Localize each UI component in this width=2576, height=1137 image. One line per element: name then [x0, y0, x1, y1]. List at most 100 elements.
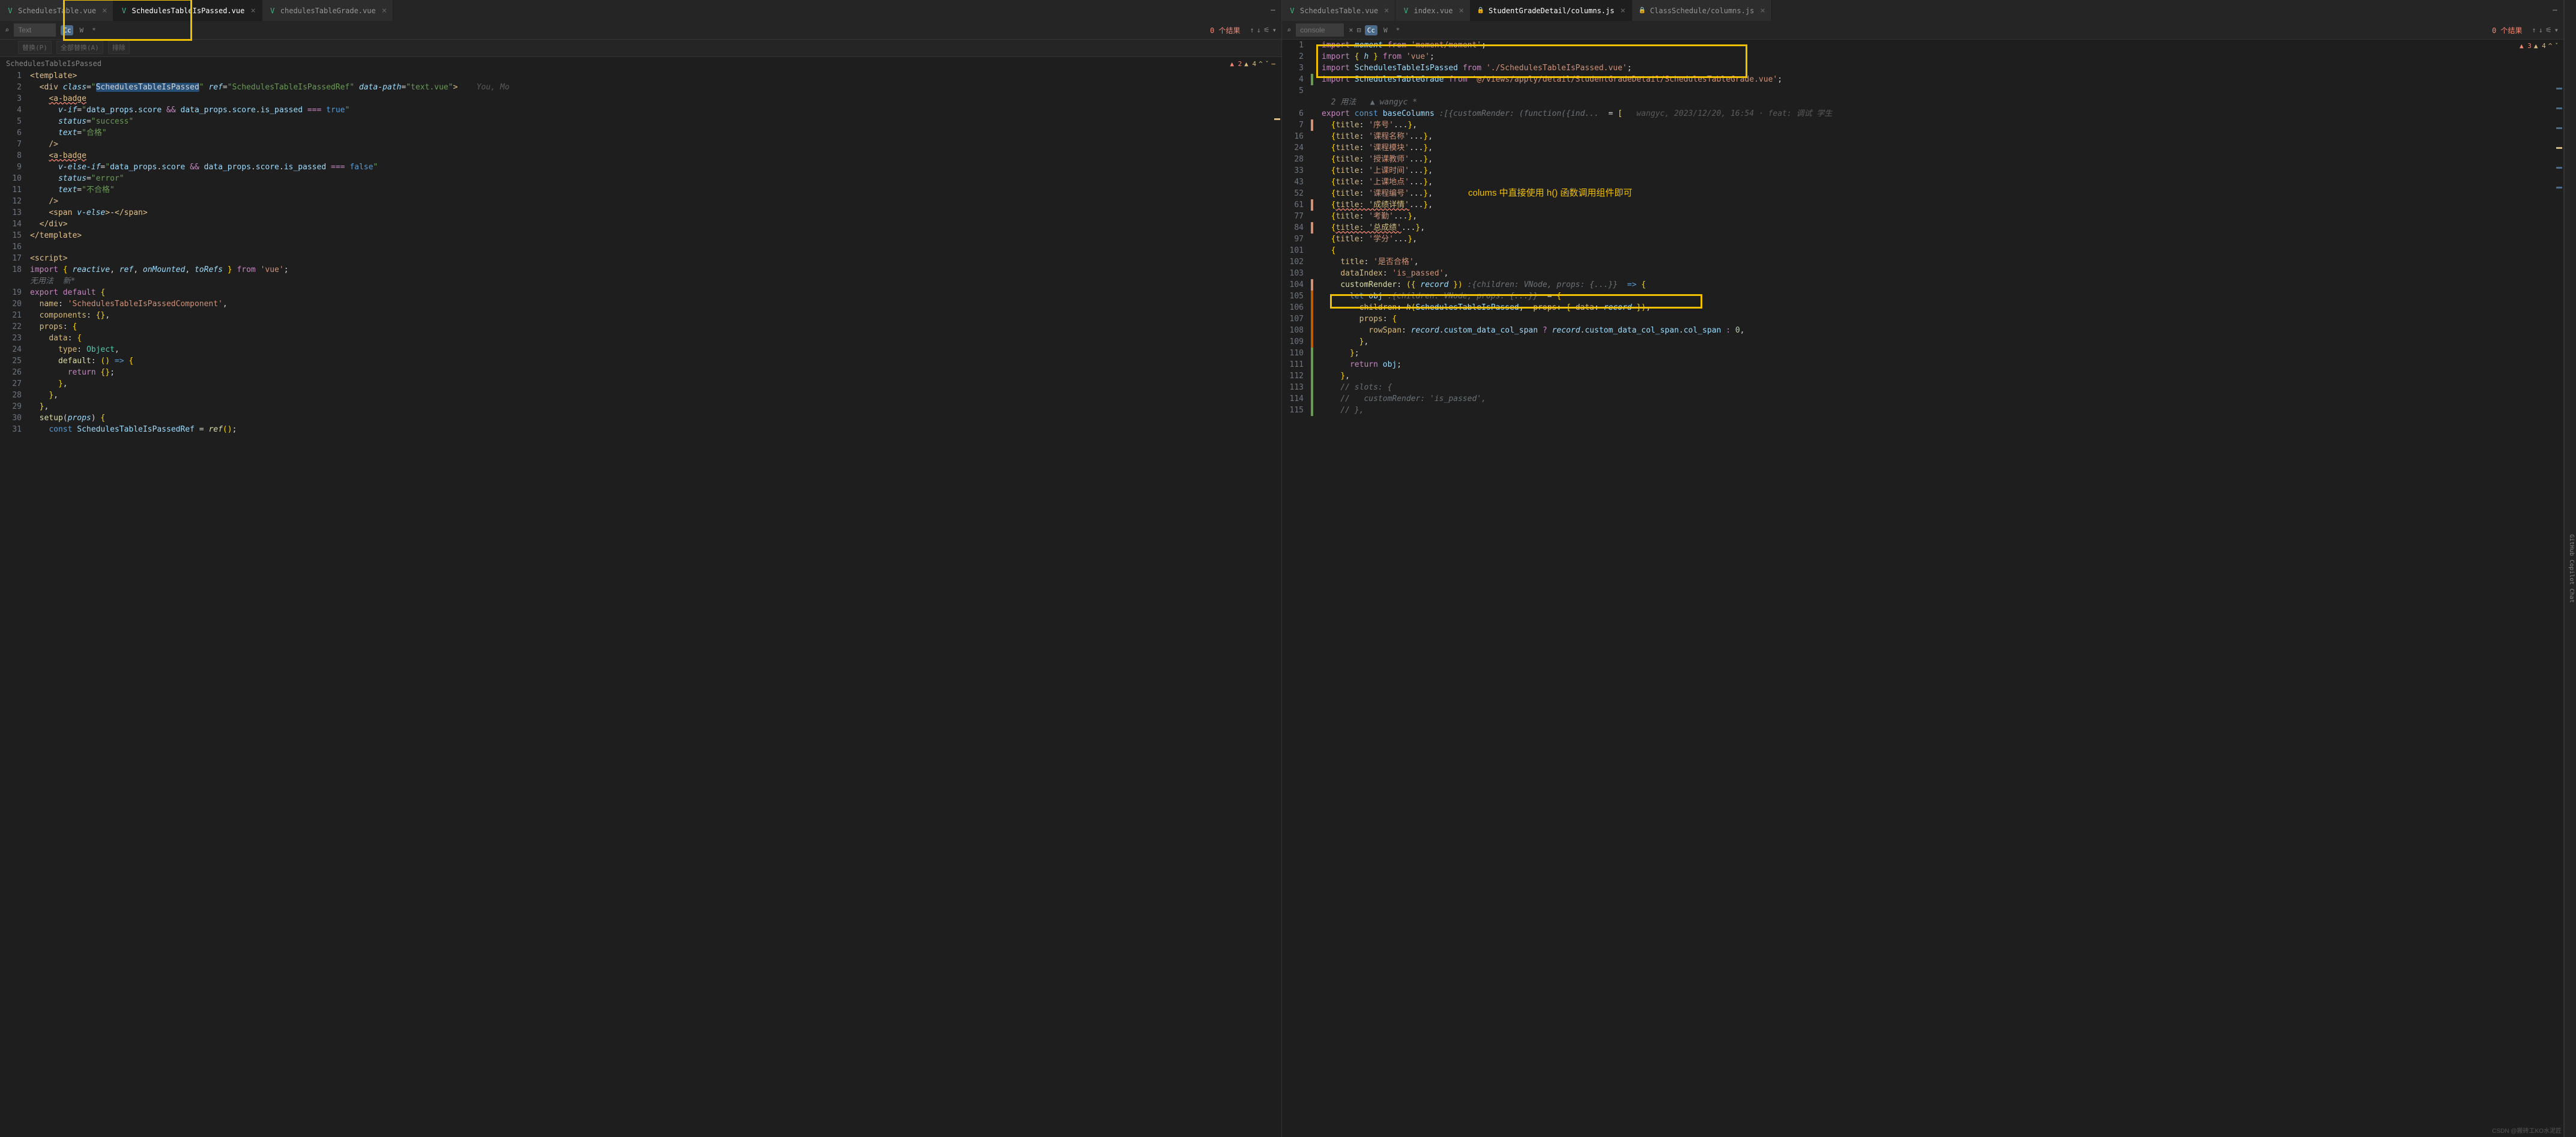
line-content[interactable]: import SchedulesTableIsPassed from './Sc…: [1322, 62, 2563, 74]
code-line[interactable]: 28 {title: '授课教师'...},: [1282, 154, 2563, 165]
line-content[interactable]: status="success": [30, 116, 1281, 127]
code-line[interactable]: 2 用法 ▲ wangyc *: [1282, 97, 2563, 108]
line-content[interactable]: {title: '序号'...},: [1322, 119, 2563, 131]
close-icon[interactable]: ▾: [2554, 26, 2559, 34]
code-line[interactable]: 16: [0, 241, 1281, 253]
close-search-icon[interactable]: ×: [1349, 26, 1353, 34]
fold-gutter[interactable]: [1312, 359, 1322, 370]
close-icon[interactable]: ×: [1618, 6, 1625, 16]
next-match-icon[interactable]: ↓: [1257, 26, 1261, 34]
code-line[interactable]: 110 };: [1282, 348, 2563, 359]
line-content[interactable]: <span v-else>-</span>: [30, 207, 1281, 219]
close-icon[interactable]: ×: [1457, 6, 1464, 16]
code-line[interactable]: 3 <a-badge: [0, 93, 1281, 104]
line-content[interactable]: components: {},: [30, 310, 1281, 321]
fold-gutter[interactable]: [1312, 211, 1322, 222]
line-content[interactable]: v-if="data_props.score && data_props.sco…: [30, 104, 1281, 116]
line-content[interactable]: return {};: [30, 367, 1281, 378]
line-content[interactable]: // },: [1322, 405, 2563, 416]
code-line[interactable]: 19export default {: [0, 287, 1281, 298]
line-content[interactable]: data: {: [30, 333, 1281, 344]
exclude-button[interactable]: 排除: [108, 41, 130, 54]
code-line[interactable]: 10 status="error": [0, 173, 1281, 184]
line-content[interactable]: 2 用法 ▲ wangyc *: [1322, 97, 2563, 108]
code-line[interactable]: 4import SchedulesTableGrade from '@/view…: [1282, 74, 2563, 85]
line-content[interactable]: rowSpan: record.custom_data_col_span ? r…: [1322, 325, 2563, 336]
code-line[interactable]: 105 let obj :{children: VNode, props: {.…: [1282, 291, 2563, 302]
line-content[interactable]: <a-badge: [30, 93, 1281, 104]
more-icon[interactable]: ⋯: [1271, 60, 1275, 68]
line-content[interactable]: {title: '课程模块'...},: [1322, 142, 2563, 154]
code-line[interactable]: 12 />: [0, 196, 1281, 207]
fold-gutter[interactable]: [1312, 199, 1322, 211]
code-line[interactable]: 6export const baseColumns :[{customRende…: [1282, 108, 2563, 119]
next-match-icon[interactable]: ↓: [2539, 26, 2543, 34]
more-icon[interactable]: ⋯: [1271, 6, 1275, 15]
fold-gutter[interactable]: [1312, 62, 1322, 74]
code-line[interactable]: 23 data: {: [0, 333, 1281, 344]
line-content[interactable]: // customRender: 'is_passed',: [1322, 393, 2563, 405]
line-content[interactable]: {: [1322, 245, 2563, 256]
tab-schedulestable-vue[interactable]: VSchedulesTable.vue×: [1282, 0, 1395, 21]
line-content[interactable]: let obj :{children: VNode, props: {...}}…: [1322, 291, 2563, 302]
code-line[interactable]: 26 return {};: [0, 367, 1281, 378]
code-line[interactable]: 97 {title: '学分'...},: [1282, 234, 2563, 245]
fold-gutter[interactable]: [1312, 119, 1322, 131]
code-line[interactable]: 2import { h } from 'vue';: [1282, 51, 2563, 62]
pin-icon[interactable]: ⊟: [1356, 26, 1361, 34]
nav-down-icon[interactable]: ˇ: [2554, 42, 2559, 50]
tab-chedulestablegrade-vue[interactable]: VchedulesTableGrade.vue×: [262, 0, 393, 21]
code-line[interactable]: 112 },: [1282, 370, 2563, 382]
line-content[interactable]: },: [1322, 336, 2563, 348]
line-content[interactable]: const SchedulesTableIsPassedRef = ref();: [30, 424, 1281, 435]
line-content[interactable]: <template>: [30, 70, 1281, 82]
search-input[interactable]: [14, 23, 56, 37]
code-line[interactable]: 3import SchedulesTableIsPassed from './S…: [1282, 62, 2563, 74]
code-line[interactable]: 113 // slots: {: [1282, 382, 2563, 393]
line-content[interactable]: {title: '课程名称'...},: [1322, 131, 2563, 142]
error-badge[interactable]: ▲ 3: [2520, 42, 2532, 50]
line-content[interactable]: {title: '上课时间'...},: [1322, 165, 2563, 176]
nav-up-icon[interactable]: ^: [2548, 42, 2553, 50]
line-content[interactable]: },: [1322, 370, 2563, 382]
fold-gutter[interactable]: [1312, 85, 1322, 97]
line-content[interactable]: props: {: [1322, 313, 2563, 325]
code-line[interactable]: 5: [1282, 85, 2563, 97]
close-icon[interactable]: ▾: [1272, 26, 1277, 34]
code-line[interactable]: 30 setup(props) {: [0, 412, 1281, 424]
code-line[interactable]: 11 text="不合格": [0, 184, 1281, 196]
fold-gutter[interactable]: [1312, 188, 1322, 199]
case-toggle[interactable]: Cc: [1365, 25, 1377, 35]
code-line[interactable]: 1import moment from 'moment/moment';: [1282, 40, 2563, 51]
nav-down-icon[interactable]: ˇ: [1265, 60, 1269, 68]
code-line[interactable]: 104 customRender: ({ record }) :{childre…: [1282, 279, 2563, 291]
code-line[interactable]: 27 },: [0, 378, 1281, 390]
line-content[interactable]: dataIndex: 'is_passed',: [1322, 268, 2563, 279]
line-content[interactable]: />: [30, 139, 1281, 150]
line-content[interactable]: {title: '学分'...},: [1322, 234, 2563, 245]
search-icon[interactable]: ⌕: [5, 26, 9, 34]
code-line[interactable]: 115 // },: [1282, 405, 2563, 416]
code-line[interactable]: 7 />: [0, 139, 1281, 150]
fold-gutter[interactable]: [1312, 313, 1322, 325]
code-line[interactable]: 31 const SchedulesTableIsPassedRef = ref…: [0, 424, 1281, 435]
close-icon[interactable]: ×: [1758, 6, 1765, 16]
filter-icon[interactable]: ⚟: [1263, 26, 1270, 34]
line-content[interactable]: default: () => {: [30, 355, 1281, 367]
search-icon[interactable]: ⌕: [1287, 26, 1291, 34]
fold-gutter[interactable]: [1312, 336, 1322, 348]
line-content[interactable]: title: '是否合格',: [1322, 256, 2563, 268]
prev-match-icon[interactable]: ↑: [2532, 26, 2536, 34]
nav-up-icon[interactable]: ^: [1259, 60, 1263, 68]
code-line[interactable]: 107 props: {: [1282, 313, 2563, 325]
line-content[interactable]: },: [30, 390, 1281, 401]
fold-gutter[interactable]: [1312, 222, 1322, 234]
code-line[interactable]: 22 props: {: [0, 321, 1281, 333]
close-icon[interactable]: ×: [379, 6, 387, 16]
code-line[interactable]: 103 dataIndex: 'is_passed',: [1282, 268, 2563, 279]
fold-gutter[interactable]: [1312, 405, 1322, 416]
line-content[interactable]: customRender: ({ record }) :{children: V…: [1322, 279, 2563, 291]
code-line[interactable]: 61 {title: '成绩详情'...},: [1282, 199, 2563, 211]
code-line[interactable]: 25 default: () => {: [0, 355, 1281, 367]
word-toggle[interactable]: W: [1381, 25, 1390, 35]
